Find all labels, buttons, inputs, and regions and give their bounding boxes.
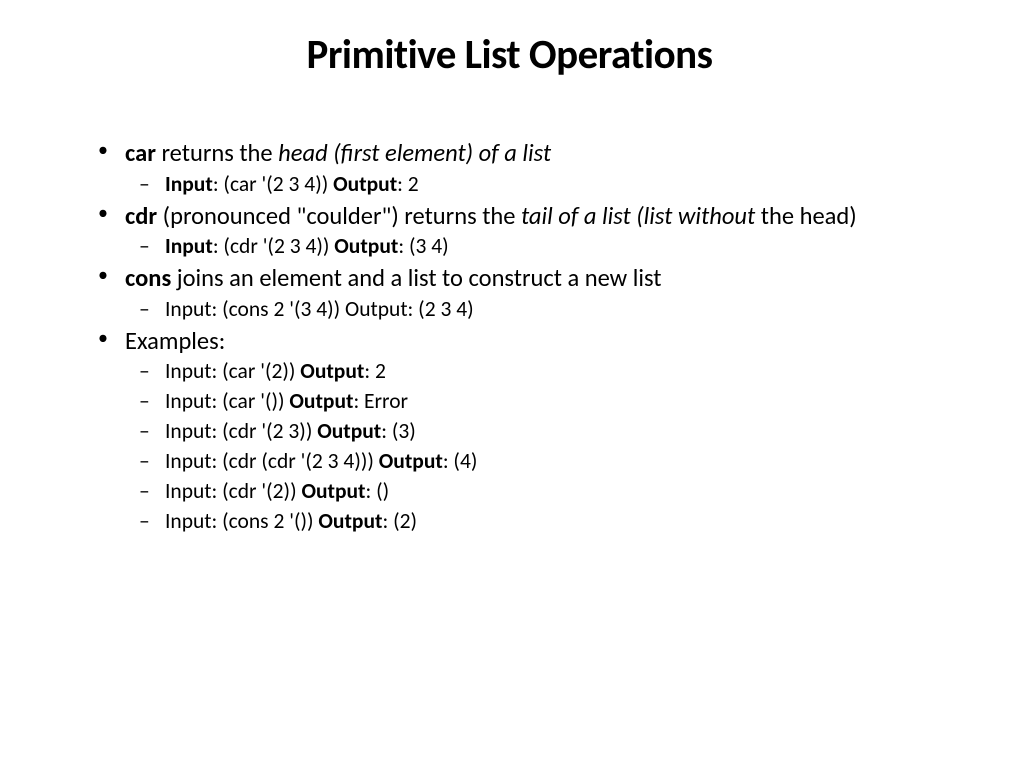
text-segment: : (car '(2 3 4)) [213, 171, 333, 197]
text-segment: joins an element and a list to construct… [171, 263, 661, 293]
text-segment: Input: (cons 2 '(3 4)) Output: (2 3 4) [165, 296, 474, 322]
bullet-item: cdr (pronounced "coulder") returns the t… [80, 201, 939, 261]
text-segment: : (3) [381, 418, 416, 444]
text-segment: returns the [156, 138, 278, 168]
text-segment: Output [334, 233, 398, 259]
text-segment: : (4) [443, 448, 478, 474]
sub-bullet-item: Input: (cdr '(2 3)) Output: (3) [125, 418, 939, 445]
text-segment: : (cdr '(2 3 4)) [213, 233, 334, 259]
text-segment: : 2 [397, 171, 419, 197]
text-segment: : (2) [382, 508, 417, 534]
text-segment: Input: (cdr '(2)) [165, 478, 301, 504]
text-segment: Output [317, 418, 381, 444]
text-segment: car [125, 138, 156, 168]
bullet-item: car returns the head (first element) of … [80, 138, 939, 198]
text-segment: : () [366, 478, 390, 504]
text-segment: the head) [761, 201, 857, 231]
sub-bullet-item: Input: (cdr (cdr '(2 3 4))) Output: (4) [125, 448, 939, 475]
sub-bullet-item: Input: (car '(2)) Output: 2 [125, 358, 939, 385]
text-segment: Input: (car '(2)) [165, 358, 300, 384]
sub-bullet-list: Input: (car '(2)) Output: 2Input: (car '… [125, 358, 939, 534]
sub-bullet-item: Input: (cdr '(2)) Output: () [125, 478, 939, 505]
text-segment: Input: (car '()) [165, 388, 289, 414]
text-segment: Input: (cdr '(2 3)) [165, 418, 317, 444]
text-segment: : Error [353, 388, 408, 414]
text-segment: (pronounced "coulder") returns the [157, 201, 521, 231]
sub-bullet-list: Input: (cdr '(2 3 4)) Output: (3 4) [125, 233, 939, 260]
text-segment: Output [333, 171, 397, 197]
sub-bullet-list: Input: (cons 2 '(3 4)) Output: (2 3 4) [125, 296, 939, 323]
text-segment: Output [301, 478, 365, 504]
text-segment: Examples: [125, 326, 225, 356]
text-segment: Output [379, 448, 443, 474]
sub-bullet-list: Input: (car '(2 3 4)) Output: 2 [125, 171, 939, 198]
sub-bullet-item: Input: (cons 2 '(3 4)) Output: (2 3 4) [125, 296, 939, 323]
bullet-list: car returns the head (first element) of … [80, 138, 939, 534]
text-segment: : (3 4) [398, 233, 448, 259]
sub-bullet-item: Input: (car '()) Output: Error [125, 388, 939, 415]
bullet-item: Examples:Input: (car '(2)) Output: 2Inpu… [80, 326, 939, 535]
text-segment: Input [165, 233, 213, 259]
slide-title: Primitive List Operations [80, 30, 939, 80]
sub-bullet-item: Input: (car '(2 3 4)) Output: 2 [125, 171, 939, 198]
text-segment: Output [289, 388, 353, 414]
text-segment: Input: (cons 2 '()) [165, 508, 318, 534]
sub-bullet-item: Input: (cdr '(2 3 4)) Output: (3 4) [125, 233, 939, 260]
text-segment: tail of a list (list without [521, 201, 761, 231]
text-segment: head (first element) of a list [278, 138, 551, 168]
text-segment: Input: (cdr (cdr '(2 3 4))) [165, 448, 379, 474]
bullet-item: cons joins an element and a list to cons… [80, 263, 939, 323]
text-segment: Output [300, 358, 364, 384]
text-segment: Input [165, 171, 213, 197]
text-segment: Output [318, 508, 382, 534]
text-segment: cons [125, 263, 171, 293]
text-segment: cdr [125, 201, 157, 231]
sub-bullet-item: Input: (cons 2 '()) Output: (2) [125, 508, 939, 535]
text-segment: : 2 [364, 358, 386, 384]
